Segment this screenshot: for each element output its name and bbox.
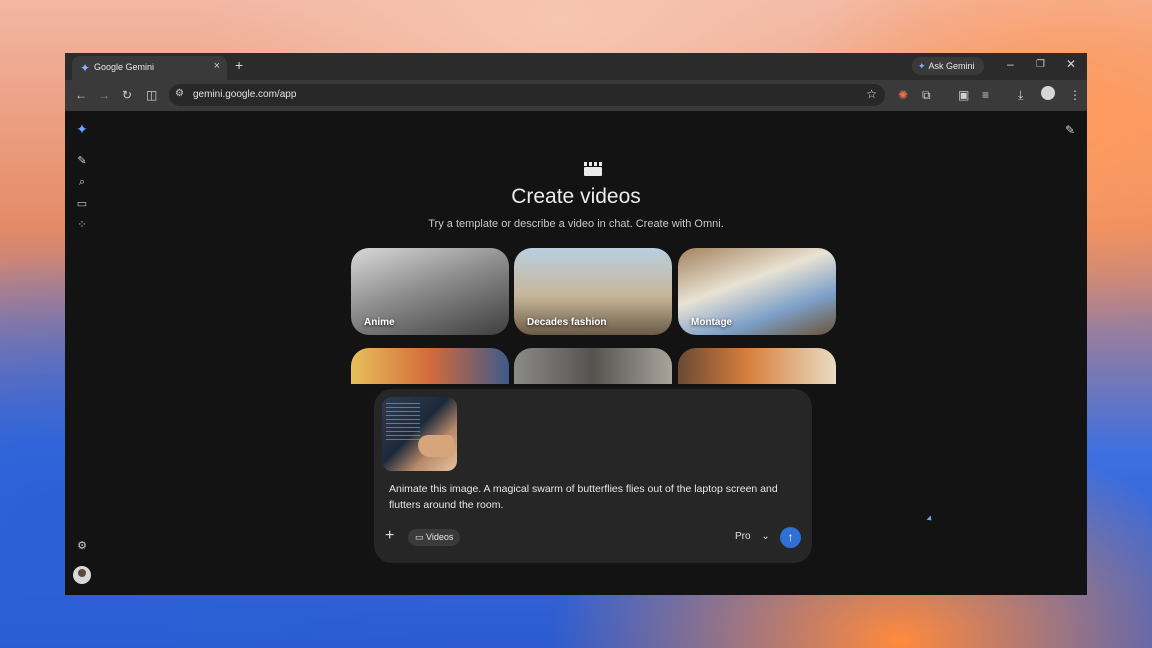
bookmark-star-icon[interactable]: ☆: [866, 87, 877, 101]
browser-toolbar: ← → ↻ ◫ ⚙ gemini.google.com/app ☆ ✺ ⧉ ▣ …: [65, 80, 1087, 111]
gemini-app: ✦ ✎ ⌕ ▭ ⁘ ⚙ ✎ Create videos Try a templa…: [65, 111, 1087, 595]
video-icon: ▭: [415, 532, 427, 542]
template-label: Anime: [364, 317, 395, 328]
settings-icon[interactable]: ⚙: [75, 539, 89, 552]
chevron-down-icon: ⌄: [761, 531, 770, 542]
reading-mode-icon[interactable]: ≡: [982, 88, 989, 102]
mouse-cursor: [926, 515, 934, 523]
new-tab-button[interactable]: +: [235, 57, 243, 73]
page-title: Create videos: [511, 185, 641, 208]
videos-tool-chip[interactable]: ▭ Videos: [408, 529, 461, 546]
gemini-logo-icon[interactable]: ✦: [75, 121, 89, 138]
close-window-button[interactable]: ✕: [1066, 57, 1076, 71]
tool-chip-label: Videos: [426, 532, 454, 542]
tab-search-icon[interactable]: ▣: [958, 88, 969, 102]
tab-title: Google Gemini: [94, 62, 155, 72]
attached-image[interactable]: [382, 397, 457, 471]
template-label: Decades fashion: [527, 317, 607, 328]
download-icon[interactable]: ⤓: [1018, 88, 1023, 103]
url-text: gemini.google.com/app: [193, 89, 297, 100]
extensions-puzzle-icon[interactable]: ⧉: [922, 88, 931, 103]
edit-chat-icon[interactable]: ✎: [1065, 123, 1075, 137]
template-label: Montage: [691, 317, 733, 328]
gemini-favicon-icon: ✦: [80, 61, 91, 75]
split-view-icon[interactable]: ◫: [146, 88, 157, 102]
template-card[interactable]: [351, 348, 509, 384]
clapperboard-icon: [584, 162, 602, 176]
prompt-composer: Animate this image. A magical swarm of b…: [374, 389, 812, 563]
template-card[interactable]: [678, 348, 836, 384]
gemini-spark-icon: ✦: [918, 61, 926, 71]
prompt-input[interactable]: Animate this image. A magical swarm of b…: [389, 481, 799, 513]
address-bar[interactable]: ⚙ gemini.google.com/app ☆: [169, 84, 885, 106]
site-info-icon[interactable]: ⚙: [175, 88, 184, 99]
ask-gemini-button[interactable]: ✦ Ask Gemini: [912, 57, 984, 75]
restore-button[interactable]: ❐: [1036, 59, 1045, 70]
tab-bar: ✦ Google Gemini × + ✦ Ask Gemini – ❐ ✕: [65, 53, 1087, 80]
user-avatar[interactable]: [73, 566, 91, 584]
send-button[interactable]: ↑: [780, 527, 801, 548]
close-tab-icon[interactable]: ×: [214, 60, 220, 72]
profile-avatar-icon[interactable]: [1041, 86, 1055, 100]
add-attachment-icon[interactable]: +: [385, 527, 394, 545]
template-card-decades-fashion[interactable]: Decades fashion: [514, 248, 672, 335]
browser-window: ✦ Google Gemini × + ✦ Ask Gemini – ❐ ✕ ← …: [65, 53, 1087, 595]
page-subtitle: Try a template or describe a video in ch…: [428, 218, 724, 230]
menu-kebab-icon[interactable]: ⋮: [1069, 88, 1081, 102]
new-chat-icon[interactable]: ✎: [75, 154, 89, 167]
forward-icon[interactable]: →: [98, 88, 110, 102]
tab-google-gemini[interactable]: ✦ Google Gemini ×: [72, 56, 227, 80]
model-label: Pro: [735, 531, 751, 542]
template-card-montage[interactable]: Montage: [678, 248, 836, 335]
ask-gemini-label: Ask Gemini: [928, 61, 975, 71]
minimize-button[interactable]: –: [1007, 57, 1014, 71]
template-card-anime[interactable]: Anime: [351, 248, 509, 335]
model-selector[interactable]: Pro ⌄: [735, 531, 770, 542]
reload-icon[interactable]: ↻: [122, 88, 132, 102]
back-icon[interactable]: ←: [75, 88, 87, 102]
template-card[interactable]: [514, 348, 672, 384]
extension-icon[interactable]: ✺: [898, 88, 908, 102]
